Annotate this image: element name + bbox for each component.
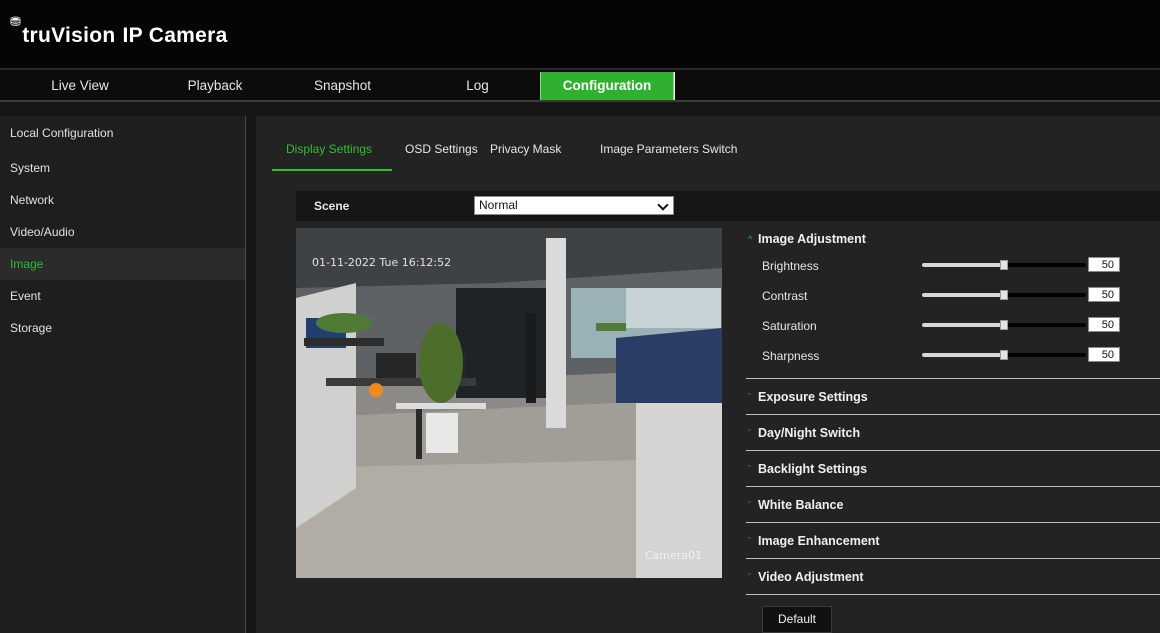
- scene-value: Normal: [479, 198, 518, 212]
- scene-select[interactable]: Normal: [474, 196, 674, 215]
- sharpness-value[interactable]: 50: [1088, 347, 1120, 362]
- camera-preview[interactable]: 01-11-2022 Tue 16:12:52 Camera01: [296, 228, 722, 578]
- app-header: ⛃ truVision IP Camera: [0, 0, 1160, 68]
- contrast-value[interactable]: 50: [1088, 287, 1120, 302]
- config-sidebar: Local Configuration System Network Video…: [0, 116, 246, 633]
- main-nav: Live View Playback Snapshot Log Configur…: [0, 68, 1160, 102]
- caret-down-icon: ˇ: [748, 428, 751, 438]
- saturation-slider[interactable]: [922, 320, 1086, 330]
- logo-icon: ⛃: [10, 14, 22, 29]
- main-content: Display Settings OSD Settings Privacy Ma…: [256, 116, 1160, 633]
- slider-thumb[interactable]: [1000, 290, 1008, 300]
- slider-fill: [922, 263, 1004, 267]
- contrast-slider[interactable]: [922, 290, 1086, 300]
- default-button[interactable]: Default: [762, 606, 832, 633]
- section-title: Video Adjustment: [758, 570, 864, 584]
- caret-down-icon: ˇ: [748, 572, 751, 582]
- tab-display-settings[interactable]: Display Settings: [286, 142, 372, 156]
- contrast-row: Contrast 50: [746, 280, 1160, 310]
- sidebar-item-event[interactable]: Event: [0, 280, 245, 312]
- osd-camera-name: Camera01: [644, 549, 702, 562]
- section-title: White Balance: [758, 498, 844, 512]
- sidebar-divider: [246, 116, 256, 633]
- tab-live-view[interactable]: Live View: [0, 72, 160, 100]
- slider-thumb[interactable]: [1000, 350, 1008, 360]
- brightness-value[interactable]: 50: [1088, 257, 1120, 272]
- tab-privacy-mask[interactable]: Privacy Mask: [490, 142, 561, 156]
- slider-fill: [922, 293, 1004, 297]
- sharpness-row: Sharpness 50: [746, 340, 1160, 370]
- backlight-settings-header[interactable]: ˇ Backlight Settings: [746, 451, 1160, 487]
- slider-fill: [922, 353, 1004, 357]
- brand-logo: ⛃ truVision IP Camera: [10, 14, 228, 48]
- section-title: Exposure Settings: [758, 390, 868, 404]
- header-gap: [0, 102, 1160, 116]
- white-balance-header[interactable]: ˇ White Balance: [746, 487, 1160, 523]
- contrast-label: Contrast: [762, 289, 808, 303]
- image-settings-panel: ^ Image Adjustment Brightness 50 Contras…: [746, 228, 1160, 595]
- brightness-slider[interactable]: [922, 260, 1086, 270]
- slider-thumb[interactable]: [1000, 320, 1008, 330]
- brand-name: truVision: [22, 24, 116, 47]
- caret-down-icon: ˇ: [748, 500, 751, 510]
- nav-divider: [674, 72, 675, 100]
- brand-suffix: IP Camera: [122, 24, 228, 47]
- sidebar-item-video-audio[interactable]: Video/Audio: [0, 216, 245, 248]
- sidebar-item-system[interactable]: System: [0, 152, 245, 184]
- caret-up-icon: ^: [748, 234, 753, 244]
- day-night-switch-header[interactable]: ˇ Day/Night Switch: [746, 415, 1160, 451]
- section-title: Backlight Settings: [758, 462, 868, 476]
- slider-fill: [922, 323, 1004, 327]
- caret-down-icon: ˇ: [748, 536, 751, 546]
- sharpness-slider[interactable]: [922, 350, 1086, 360]
- section-title: Image Adjustment: [758, 232, 866, 246]
- section-title: Image Enhancement: [758, 534, 880, 548]
- scene-label: Scene: [314, 199, 350, 213]
- section-title: Day/Night Switch: [758, 426, 861, 440]
- brightness-label: Brightness: [762, 259, 819, 273]
- tab-configuration[interactable]: Configuration: [540, 72, 674, 100]
- image-adjustment-header[interactable]: ^ Image Adjustment: [746, 228, 1160, 250]
- osd-timestamp: 01-11-2022 Tue 16:12:52: [312, 256, 452, 269]
- saturation-label: Saturation: [762, 319, 817, 333]
- active-tab-indicator: [272, 169, 392, 171]
- tab-log[interactable]: Log: [415, 72, 540, 100]
- tab-playback[interactable]: Playback: [160, 72, 270, 100]
- sidebar-item-network[interactable]: Network: [0, 184, 245, 216]
- scene-row: Scene Normal: [296, 191, 1160, 221]
- caret-down-icon: ˇ: [748, 464, 751, 474]
- tab-snapshot[interactable]: Snapshot: [270, 72, 415, 100]
- office-scene-image: [296, 228, 722, 578]
- slider-thumb[interactable]: [1000, 260, 1008, 270]
- sharpness-label: Sharpness: [762, 349, 820, 363]
- saturation-row: Saturation 50: [746, 310, 1160, 340]
- sidebar-item-local-configuration[interactable]: Local Configuration: [0, 120, 245, 152]
- saturation-value[interactable]: 50: [1088, 317, 1120, 332]
- video-adjustment-header[interactable]: ˇ Video Adjustment: [746, 559, 1160, 595]
- image-enhancement-header[interactable]: ˇ Image Enhancement: [746, 523, 1160, 559]
- sidebar-item-image[interactable]: Image: [0, 248, 245, 280]
- chevron-down-icon: [657, 199, 669, 211]
- tab-osd-settings[interactable]: OSD Settings: [405, 142, 478, 156]
- sidebar-item-storage[interactable]: Storage: [0, 312, 245, 344]
- image-adjustment-section: ^ Image Adjustment Brightness 50 Contras…: [746, 228, 1160, 379]
- caret-down-icon: ˇ: [748, 392, 751, 402]
- exposure-settings-header[interactable]: ˇ Exposure Settings: [746, 379, 1160, 415]
- brightness-row: Brightness 50: [746, 250, 1160, 280]
- tab-image-parameters-switch[interactable]: Image Parameters Switch: [600, 142, 737, 156]
